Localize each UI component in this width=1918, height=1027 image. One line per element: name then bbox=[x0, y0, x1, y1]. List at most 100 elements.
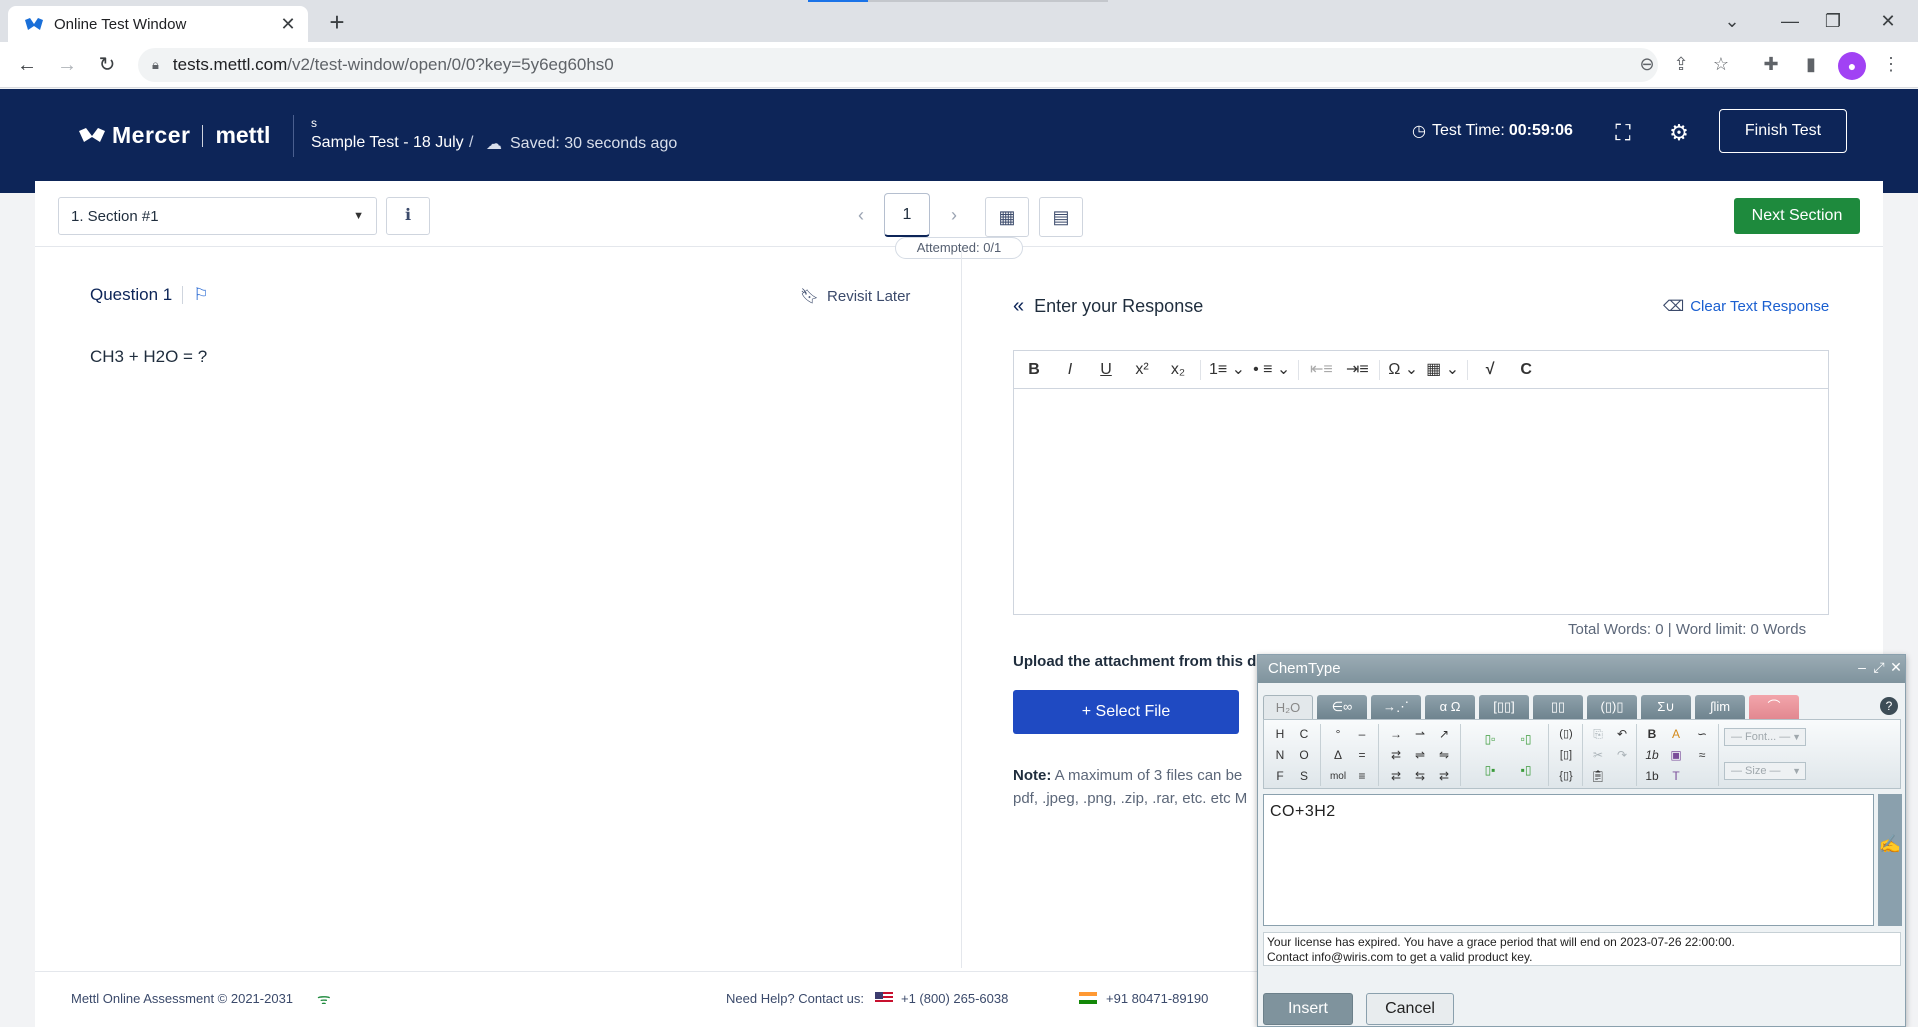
palette-equilibrium-1[interactable]: ⇄ bbox=[1384, 745, 1408, 766]
settings-gear-icon[interactable]: ⚙ bbox=[1664, 118, 1694, 148]
revisit-later-button[interactable]: 🔖︎ Revisit Later bbox=[800, 287, 910, 306]
chem-tab-contextual[interactable]: ⌒ bbox=[1749, 695, 1799, 719]
layout-right-subscript-icon[interactable]: ▪▯ bbox=[1508, 755, 1544, 786]
zoom-out-icon[interactable]: ⊖ bbox=[1634, 54, 1660, 75]
palette-delta[interactable]: Δ bbox=[1326, 745, 1350, 766]
dialog-minimize-icon[interactable]: – bbox=[1854, 659, 1870, 675]
help-question-icon[interactable]: ? bbox=[1880, 697, 1898, 715]
chem-tab-greek[interactable]: α Ω bbox=[1425, 695, 1475, 719]
browser-menu-kebab-icon[interactable]: ⋮ bbox=[1878, 54, 1904, 75]
bold-style-icon[interactable]: B bbox=[1640, 724, 1664, 745]
palette-element-n[interactable]: N bbox=[1268, 745, 1292, 766]
chemtype-formula-input[interactable]: CO+3H2 bbox=[1263, 794, 1874, 926]
size-select[interactable]: — Size — ▼ bbox=[1724, 762, 1806, 780]
window-close-icon[interactable]: ✕ bbox=[1868, 6, 1908, 36]
palette-arrow-over[interactable]: ⇀ bbox=[1408, 724, 1432, 745]
palette-equilibrium-2[interactable]: ⇌ bbox=[1408, 745, 1432, 766]
back-arrow-icon[interactable]: ← bbox=[12, 50, 42, 80]
cancel-button[interactable]: Cancel bbox=[1366, 993, 1454, 1025]
palette-triple-bond[interactable]: ≡ bbox=[1350, 766, 1374, 787]
section-dropdown[interactable]: 1. Section #1 ▼ bbox=[58, 197, 377, 235]
palette-arrow-right[interactable]: → bbox=[1384, 724, 1408, 745]
palette-element-c[interactable]: C bbox=[1292, 724, 1316, 745]
address-bar[interactable]: 🔒︎ tests.mettl.com/v2/test-window/open/0… bbox=[138, 48, 1658, 82]
insert-button[interactable]: Insert bbox=[1263, 993, 1353, 1025]
text-frame-icon[interactable]: ▣ bbox=[1664, 745, 1688, 766]
layout-left-superscript-icon[interactable]: ▯▫ bbox=[1472, 724, 1508, 755]
share-icon[interactable]: ⇪ bbox=[1668, 54, 1694, 75]
chem-tab-scripts[interactable]: ▯▯ bbox=[1533, 695, 1583, 719]
question-number-box[interactable]: 1 bbox=[884, 193, 930, 237]
palette-mol[interactable]: mol bbox=[1326, 766, 1350, 787]
chemtype-titlebar[interactable]: ChemType – ⤢ ✕ bbox=[1258, 655, 1905, 683]
chem-tab-matrices[interactable]: [▯▯] bbox=[1479, 695, 1529, 719]
window-minimize-icon[interactable]: — bbox=[1770, 6, 1810, 36]
square-bracket-icon[interactable]: [▯] bbox=[1554, 745, 1578, 766]
redo-icon[interactable]: ↷ bbox=[1610, 745, 1634, 766]
chem-tab-brackets[interactable]: (▯)▯ bbox=[1587, 695, 1637, 719]
undo-icon[interactable]: ↶ bbox=[1610, 724, 1634, 745]
question-grid-icon[interactable]: ▦ bbox=[985, 197, 1029, 237]
copy-icon[interactable]: ⎘ bbox=[1586, 724, 1610, 745]
palette-element-f[interactable]: F bbox=[1268, 766, 1292, 787]
numbered-list-button[interactable]: 1≡ ⌄ bbox=[1209, 356, 1245, 384]
palette-double-bond[interactable]: = bbox=[1350, 745, 1374, 766]
select-file-button[interactable]: + Select File bbox=[1013, 690, 1239, 734]
subscript-button[interactable]: x₂ bbox=[1164, 356, 1192, 384]
calculator-icon[interactable]: ▤ bbox=[1039, 197, 1083, 237]
palette-single-bond[interactable]: – bbox=[1350, 724, 1374, 745]
paste-icon[interactable]: 📋︎ bbox=[1586, 766, 1610, 787]
finish-test-button[interactable]: Finish Test bbox=[1719, 109, 1847, 153]
palette-element-o[interactable]: O bbox=[1292, 745, 1316, 766]
bold-button[interactable]: B bbox=[1020, 356, 1048, 384]
table-button[interactable]: ▦ ⌄ bbox=[1426, 356, 1459, 384]
underline-button[interactable]: U bbox=[1092, 356, 1120, 384]
outdent-button[interactable]: ⇤≡ bbox=[1307, 356, 1335, 384]
text-color-icon[interactable]: A bbox=[1664, 724, 1688, 745]
fullscreen-icon[interactable]: ⛶ bbox=[1608, 118, 1638, 148]
profile-avatar[interactable]: ● bbox=[1838, 52, 1866, 80]
new-tab-plus-icon[interactable]: + bbox=[322, 8, 352, 38]
window-restore-icon[interactable]: ❐ bbox=[1813, 6, 1853, 36]
flag-icon[interactable]: ⚐ bbox=[193, 285, 208, 305]
italic-button[interactable]: I bbox=[1056, 356, 1084, 384]
editor-text-area[interactable] bbox=[1014, 389, 1828, 614]
double-chevron-left-icon[interactable]: « bbox=[1013, 295, 1024, 318]
forward-arrow-icon[interactable]: → bbox=[52, 50, 82, 80]
format-icon-2[interactable]: ≈ bbox=[1690, 745, 1714, 766]
math-formula-button[interactable]: √ bbox=[1476, 356, 1504, 384]
tab-close-icon[interactable]: ✕ bbox=[278, 14, 298, 35]
extensions-puzzle-icon[interactable]: ✚ bbox=[1758, 54, 1784, 75]
bullet-list-button[interactable]: • ≡ ⌄ bbox=[1253, 356, 1290, 384]
serif-style-icon[interactable]: 1b bbox=[1640, 766, 1664, 787]
palette-equilibrium-5[interactable]: ⇆ bbox=[1408, 766, 1432, 787]
chem-tab-general[interactable]: H₂O bbox=[1263, 695, 1313, 719]
palette-degree[interactable]: ° bbox=[1326, 724, 1350, 745]
dialog-close-icon[interactable]: ✕ bbox=[1888, 659, 1904, 676]
dialog-maximize-icon[interactable]: ⤢ bbox=[1871, 659, 1887, 676]
italic-style-icon[interactable]: 1b bbox=[1640, 745, 1664, 766]
clear-text-response-button[interactable]: ⌫ Clear Text Response bbox=[1663, 297, 1829, 316]
format-icon-1[interactable]: ∽ bbox=[1690, 724, 1714, 745]
browser-tab[interactable]: Online Test Window ✕ bbox=[8, 6, 308, 42]
side-panel-icon[interactable]: ▮ bbox=[1798, 54, 1824, 75]
reload-icon[interactable]: ↻ bbox=[92, 50, 122, 80]
prev-question-arrow-icon[interactable]: ‹ bbox=[851, 205, 871, 226]
chem-tab-arrows[interactable]: →⋰ bbox=[1371, 695, 1421, 719]
chem-tab-calculus[interactable]: ∫lim bbox=[1695, 695, 1745, 719]
tab-search-chevron-icon[interactable]: ⌄ bbox=[1712, 6, 1752, 36]
bookmark-star-icon[interactable]: ☆ bbox=[1708, 54, 1734, 75]
text-mode-icon[interactable]: T bbox=[1664, 766, 1688, 787]
curly-bracket-icon[interactable]: {▯} bbox=[1554, 766, 1578, 787]
chem-tab-symbols[interactable]: ∈∞ bbox=[1317, 695, 1367, 719]
palette-element-s[interactable]: S bbox=[1292, 766, 1316, 787]
superscript-button[interactable]: x² bbox=[1128, 356, 1156, 384]
font-select[interactable]: — Font... — ▼ bbox=[1724, 728, 1806, 746]
palette-equilibrium-4[interactable]: ⇄ bbox=[1384, 766, 1408, 787]
palette-arrow-diagonal[interactable]: ↗ bbox=[1432, 724, 1456, 745]
palette-equilibrium-6[interactable]: ⇄ bbox=[1432, 766, 1456, 787]
layout-left-subscript-icon[interactable]: ▯▪ bbox=[1472, 755, 1508, 786]
chemistry-formula-button[interactable]: C bbox=[1512, 356, 1540, 384]
palette-equilibrium-3[interactable]: ⇋ bbox=[1432, 745, 1456, 766]
cut-icon[interactable]: ✂ bbox=[1586, 745, 1610, 766]
